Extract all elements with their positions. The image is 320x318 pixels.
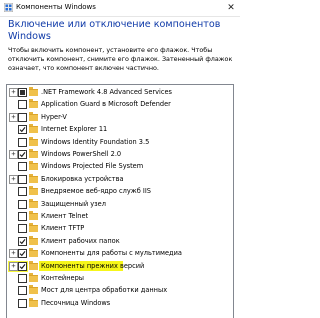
feature-checkbox[interactable] xyxy=(18,125,27,135)
folder-icon xyxy=(29,173,38,183)
folder-icon xyxy=(29,273,38,282)
feature-row[interactable]: Клиент Telnet xyxy=(7,211,233,222)
feature-row[interactable]: Internet Explorer 11 xyxy=(7,124,233,135)
feature-row[interactable]: Мост для центра обработки данных xyxy=(7,285,233,296)
feature-checkbox[interactable] xyxy=(18,249,27,259)
folder-icon xyxy=(29,111,38,121)
feature-label: Клиент рабочих папок xyxy=(41,236,120,245)
feature-label: Защищенный узел xyxy=(41,199,106,208)
title-bar: Компоненты Windows ✕ xyxy=(0,0,240,17)
feature-label: Компоненты для работы с мультимедиа xyxy=(41,249,182,258)
window-title: Компоненты Windows xyxy=(16,3,96,11)
folder-icon xyxy=(29,124,38,134)
feature-label: Внедряемое веб-ядро служб IIS xyxy=(41,187,151,196)
feature-row[interactable]: Клиент рабочих папок xyxy=(7,235,233,247)
feature-checkbox[interactable] xyxy=(18,286,27,296)
folder-icon xyxy=(29,223,38,233)
feature-checkbox[interactable] xyxy=(18,150,27,159)
feature-row[interactable]: Внедряемое веб-ядро служб IIS xyxy=(7,186,233,197)
expand-icon[interactable]: + xyxy=(9,112,18,122)
feature-row[interactable]: + Windows PowerShell 2.0 xyxy=(7,149,233,160)
expand-icon[interactable]: + xyxy=(9,261,18,271)
folder-icon xyxy=(29,87,38,96)
feature-checkbox[interactable] xyxy=(18,137,27,147)
feature-label: Контейнеры xyxy=(41,274,84,282)
feature-label: Клиент Telnet xyxy=(41,212,89,220)
feature-row[interactable]: + .NET Framework 4.8 Advanced Services xyxy=(7,87,233,98)
feature-tree[interactable]: + .NET Framework 4.8 Advanced Services App… xyxy=(6,84,234,318)
feature-row[interactable]: + Компоненты для работы с мультимедиа xyxy=(7,248,233,259)
expand-icon[interactable]: + xyxy=(9,150,18,159)
feature-label: Песочница Windows xyxy=(41,298,111,307)
feature-label: Мост для центра обработки данных xyxy=(41,286,168,295)
feature-row[interactable]: Клиент TFTP xyxy=(7,223,233,234)
feature-label: Клиент TFTP xyxy=(41,224,85,233)
folder-icon xyxy=(29,260,38,270)
feature-row[interactable]: + Блокировка устройства xyxy=(7,173,233,185)
folder-icon xyxy=(29,198,38,208)
folder-icon xyxy=(29,211,38,220)
feature-label: Hyper-V xyxy=(41,112,67,121)
folder-icon xyxy=(29,285,38,295)
feature-label: Компоненты прежних версий xyxy=(41,261,145,270)
feature-checkbox[interactable] xyxy=(18,162,27,172)
folder-icon xyxy=(29,149,38,158)
folder-icon xyxy=(29,136,38,146)
feature-label: Windows Identity Foundation 3.5 xyxy=(41,137,150,146)
feature-label: Application Guard в Microsoft Defender xyxy=(41,100,171,109)
folder-icon xyxy=(29,161,38,171)
description-text: Чтобы включить компонент, установите его… xyxy=(8,46,233,72)
close-button[interactable]: ✕ xyxy=(222,0,240,16)
feature-label: Windows PowerShell 2.0 xyxy=(41,150,122,158)
page-heading: Включение или отключение компонентов Win… xyxy=(8,19,221,42)
feature-label: Internet Explorer 11 xyxy=(41,125,108,134)
feature-checkbox[interactable] xyxy=(18,174,27,184)
feature-row[interactable]: Защищенный узел xyxy=(7,198,233,210)
feature-row[interactable]: + Компоненты прежних версий xyxy=(7,260,233,272)
expand-icon[interactable]: + xyxy=(9,88,18,97)
feature-checkbox[interactable] xyxy=(18,261,27,271)
feature-row[interactable]: Windows Projected File System xyxy=(7,161,233,172)
expand-icon[interactable]: + xyxy=(9,174,18,184)
feature-row[interactable]: + Hyper-V xyxy=(7,111,233,123)
feature-checkbox[interactable] xyxy=(18,298,27,308)
feature-label: .NET Framework 4.8 Advanced Services xyxy=(41,88,172,96)
feature-checkbox[interactable] xyxy=(18,274,27,283)
feature-row[interactable]: Windows Identity Foundation 3.5 xyxy=(7,136,233,148)
feature-checkbox[interactable] xyxy=(18,112,27,122)
feature-label: Windows Projected File System xyxy=(41,162,144,171)
feature-label: Блокировка устройства xyxy=(41,174,124,183)
feature-checkbox[interactable] xyxy=(18,236,27,246)
feature-checkbox[interactable] xyxy=(18,100,27,110)
feature-checkbox[interactable] xyxy=(18,212,27,221)
folder-icon xyxy=(29,297,38,307)
feature-checkbox[interactable] xyxy=(18,224,27,234)
folder-icon xyxy=(29,186,38,196)
feature-row[interactable]: Application Guard в Microsoft Defender xyxy=(7,99,233,110)
feature-checkbox[interactable] xyxy=(18,187,27,197)
folder-icon xyxy=(29,248,38,258)
feature-checkbox[interactable] xyxy=(18,199,27,209)
feature-row[interactable]: Песочница Windows xyxy=(7,297,233,309)
feature-row[interactable]: Контейнеры xyxy=(7,273,233,284)
expand-icon[interactable]: + xyxy=(9,249,18,259)
windows-features-icon xyxy=(4,3,13,12)
feature-checkbox[interactable] xyxy=(18,88,27,97)
folder-icon xyxy=(29,99,38,109)
folder-icon xyxy=(29,235,38,245)
